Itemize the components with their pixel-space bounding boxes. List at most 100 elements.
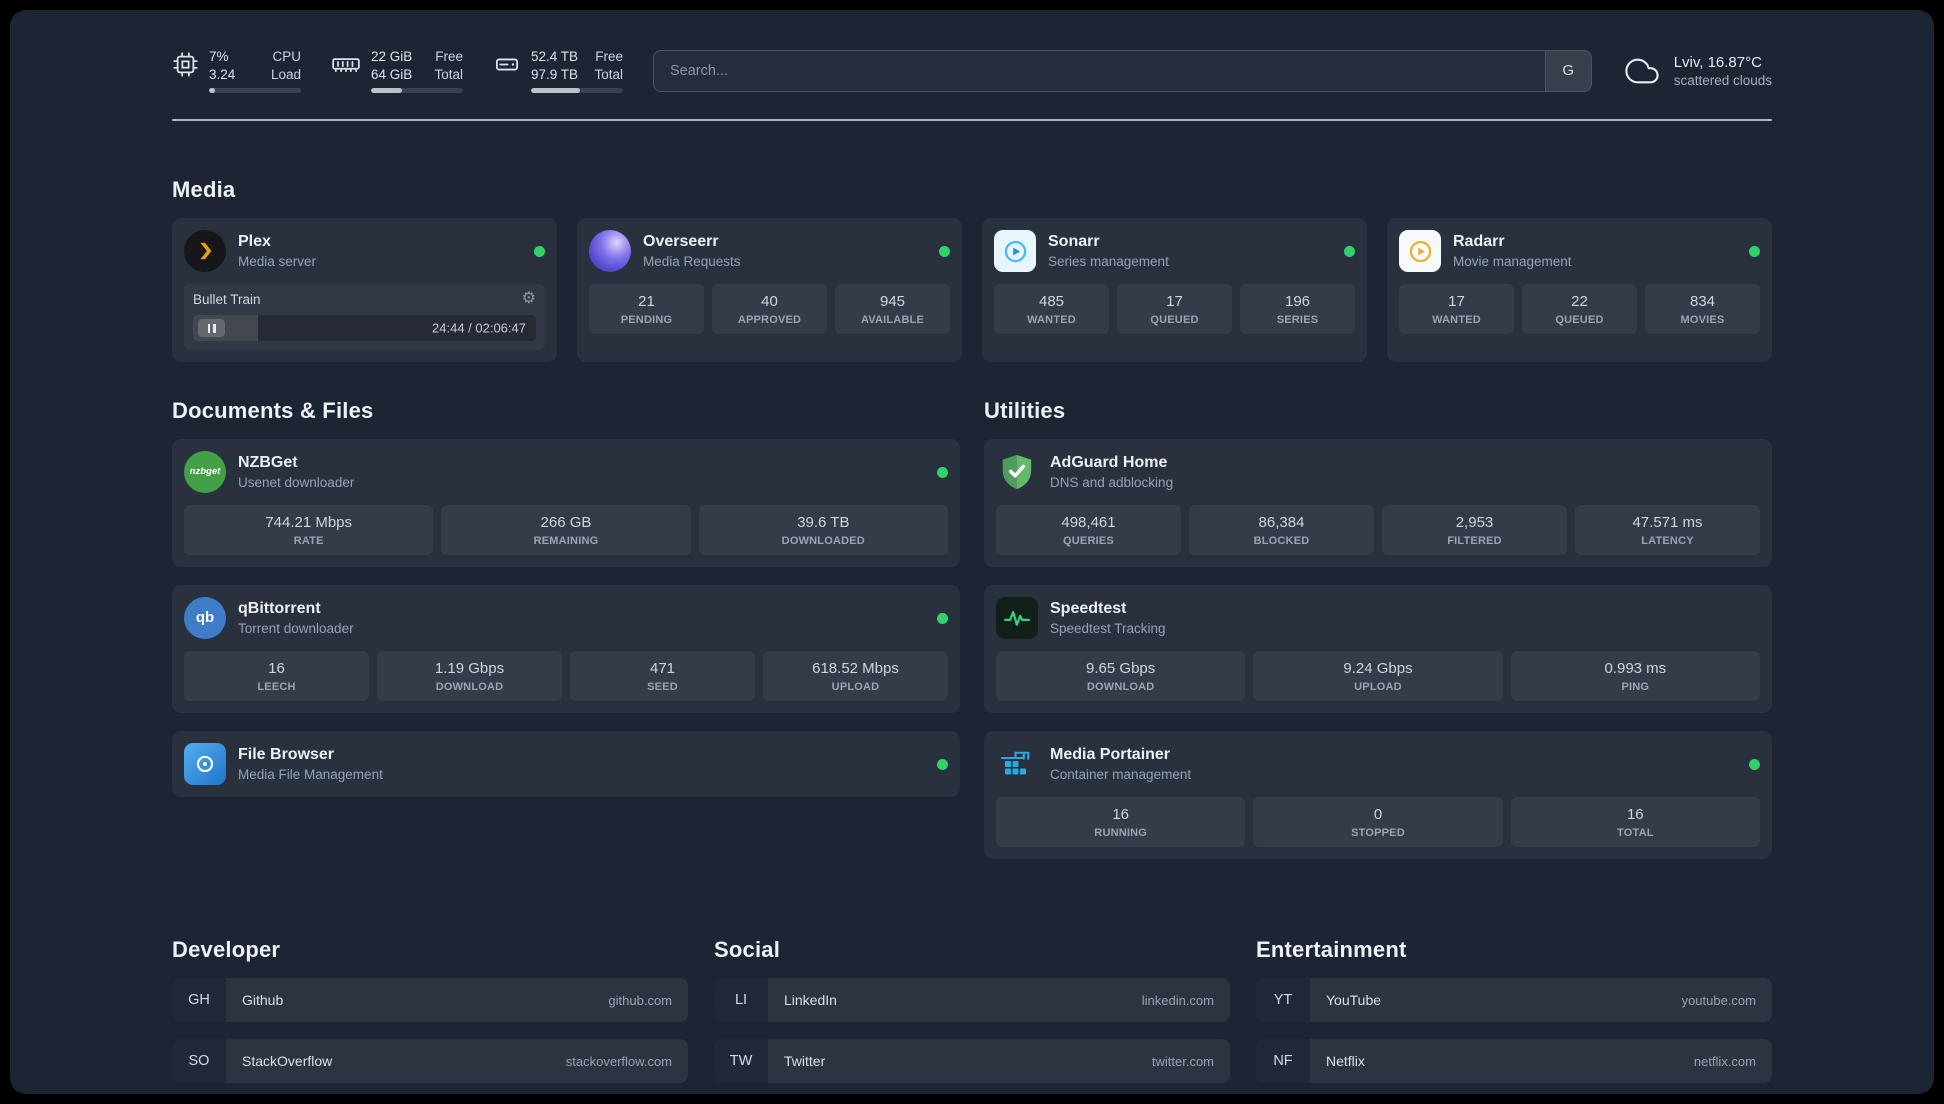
memory-free-label: Free	[435, 49, 463, 64]
disk-bar-fill	[531, 88, 580, 94]
stat-block-filtered: 2,953 FILTERED	[1382, 505, 1567, 556]
stat-block-movies: 834 MOVIES	[1645, 284, 1760, 335]
disk-icon	[493, 51, 521, 78]
settings-gear-icon[interactable]: ⚙	[522, 291, 536, 307]
cpu-icon	[172, 51, 199, 78]
stat-block-leech: 16 LEECH	[184, 651, 369, 702]
bookmark-abbr: YT	[1273, 992, 1293, 1009]
utilities-cards: AdGuard Home DNS and adblocking 498,461 QUE…	[984, 439, 1772, 860]
stat-value: 22	[1571, 293, 1588, 311]
stat-value: 1.19 Gbps	[434, 660, 505, 678]
bookmark-abbr: GH	[188, 992, 210, 1009]
now-playing-title: Bullet Train	[193, 291, 261, 307]
search-input[interactable]	[654, 50, 1545, 91]
memory-bar	[371, 88, 463, 94]
bookmark-abbr: NF	[1273, 1053, 1293, 1070]
stat-value: 744.21 Mbps	[265, 514, 353, 532]
service-card-plex[interactable]: Plex Media server Bullet Train ⚙ 24:44 / 02:…	[172, 218, 557, 363]
cpu-bar-fill	[209, 88, 216, 94]
disk-total-value: 97.9 TB	[531, 67, 579, 83]
service-card-nzbget[interactable]: nzbget NZBGet Usenet downloader 744.21 Mbps…	[172, 439, 960, 568]
section-utilities: Utilities AdGuard Home DNS and adblocking…	[984, 398, 1772, 860]
stat-value: 834	[1689, 293, 1716, 311]
stat-block-wanted: 17 WANTED	[1399, 284, 1514, 335]
stat-block-wanted: 485 WANTED	[994, 284, 1109, 335]
stat-label: UPLOAD	[1354, 681, 1402, 694]
memory-free-value: 22 GiB	[371, 49, 413, 64]
section-title-media: Media	[172, 177, 236, 203]
stat-label: AVAILABLE	[860, 314, 925, 327]
service-stats-row: 744.21 Mbps RATE 266 GB REMAINING 39.6 TB DOW…	[184, 505, 948, 556]
stat-value: 0	[1373, 806, 1383, 824]
service-card-filebrowser[interactable]: File Browser Media File Management	[172, 731, 960, 798]
service-card-header: Overseerr Media Requests	[589, 230, 950, 273]
stat-label: QUEUED	[1150, 314, 1199, 327]
bookmark-github[interactable]: GH Github github.com	[172, 978, 688, 1023]
service-stats-row: 498,461 QUERIES 86,384 BLOCKED 2,953 FILTERED…	[996, 505, 1760, 556]
service-card-media-portainer[interactable]: Media Portainer Container management 16 RUN…	[984, 731, 1772, 860]
service-description: Media server	[238, 254, 317, 270]
stat-block-download: 9.65 Gbps DOWNLOAD	[996, 651, 1246, 702]
service-description: DNS and adblocking	[1050, 475, 1174, 491]
stat-label: SERIES	[1276, 314, 1319, 327]
playback-time: 24:44 / 02:06:47	[432, 320, 526, 336]
stat-value: 498,461	[1061, 514, 1116, 532]
speedtest-icon	[996, 597, 1038, 640]
service-card-adguard[interactable]: AdGuard Home DNS and adblocking 498,461 QUE…	[984, 439, 1772, 568]
bookmark-youtube[interactable]: YT YouTube youtube.com	[1256, 978, 1772, 1023]
search-provider-button[interactable]: G	[1544, 50, 1591, 91]
bookmark-domain: twitter.com	[1151, 1053, 1214, 1069]
service-card-overseerr[interactable]: Overseerr Media Requests 21 PENDING 40 APPROV…	[577, 218, 962, 363]
service-card-header: Media Portainer Container management	[996, 743, 1760, 785]
section-title-utilities: Utilities	[984, 398, 1066, 424]
service-card-speedtest[interactable]: Speedtest Speedtest Tracking 9.65 Gbps DOWN…	[984, 585, 1772, 714]
pause-button[interactable]	[198, 319, 225, 338]
cpu-load-value: 3.24	[209, 67, 236, 83]
bookmark-stackoverflow[interactable]: SO StackOverflow stackoverflow.com	[172, 1039, 688, 1084]
cpu-load-label: Load	[270, 67, 301, 83]
cpu-widget: 7% CPU 3.24 Load	[172, 48, 301, 94]
search-box: G	[653, 49, 1592, 92]
stat-block-running: 16 RUNNING	[996, 797, 1246, 848]
cpu-usage-value: 7%	[209, 49, 229, 64]
service-card-qbittorrent[interactable]: qb qBittorrent Torrent downloader 16 LEECH 1.…	[172, 585, 960, 714]
stat-label: SEED	[647, 681, 678, 694]
service-card-radarr[interactable]: Radarr Movie management 17 WANTED 22 QUEUED 83…	[1387, 218, 1772, 363]
stat-value: 9.65 Gbps	[1086, 660, 1156, 678]
service-card-header: qb qBittorrent Torrent downloader	[184, 597, 948, 640]
service-stats-row: 16 RUNNING 0 STOPPED 16 TOTAL	[996, 797, 1760, 848]
service-name: File Browser	[238, 746, 335, 764]
bookmark-name: Twitter	[784, 1053, 826, 1070]
status-dot-online	[1344, 245, 1355, 257]
disk-free-label: Free	[595, 49, 623, 64]
status-dot-online	[937, 612, 948, 624]
disk-bar	[531, 88, 623, 94]
playback-progress-bar[interactable]: 24:44 / 02:06:47	[193, 315, 536, 342]
stat-label: FILTERED	[1447, 535, 1502, 548]
disk-free-value: 52.4 TB	[531, 49, 579, 64]
stat-value: 196	[1284, 293, 1311, 311]
bookmark-domain: stackoverflow.com	[565, 1053, 672, 1069]
stat-value: 40	[761, 293, 778, 311]
service-card-sonarr[interactable]: Sonarr Series management 485 WANTED 17 QUEUED…	[982, 218, 1367, 363]
dashboard-page: 7% CPU 3.24 Load 22 GiB Free 64 GiB Tota…	[10, 48, 1934, 1094]
stat-block-queued: 17 QUEUED	[1117, 284, 1232, 335]
service-stats-row: 16 LEECH 1.19 Gbps DOWNLOAD 471 SEED 618.52 Mb…	[184, 651, 948, 702]
service-name: Radarr	[1453, 233, 1505, 251]
stat-value: 86,384	[1258, 514, 1305, 532]
service-name: Media Portainer	[1050, 746, 1171, 764]
bookmark-twitter[interactable]: TW Twitter twitter.com	[714, 1039, 1230, 1084]
status-dot-online	[1749, 245, 1760, 257]
bookmark-netflix[interactable]: NF Netflix netflix.com	[1256, 1039, 1772, 1084]
bookmark-linkedin[interactable]: LI LinkedIn linkedin.com	[714, 978, 1230, 1023]
stat-block-latency: 47.571 ms LATENCY	[1575, 505, 1760, 556]
service-stats-row: 485 WANTED 17 QUEUED 196 SERIES	[994, 284, 1355, 335]
status-dot-online	[937, 758, 948, 770]
stat-block-queries: 498,461 QUERIES	[996, 505, 1181, 556]
stat-value: 21	[638, 293, 655, 311]
service-description: Media File Management	[238, 767, 383, 783]
stat-value: 0.993 ms	[1604, 660, 1667, 678]
filebrowser-icon	[184, 743, 226, 786]
stat-label: REMAINING	[533, 535, 599, 548]
topbar-divider	[172, 119, 1772, 122]
